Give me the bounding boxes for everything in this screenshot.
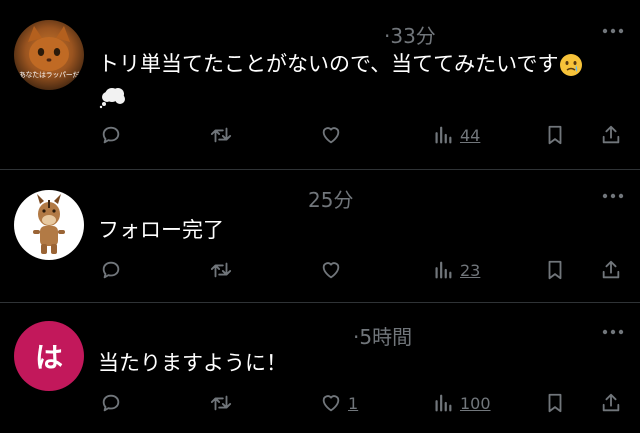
reply-icon [102,261,120,279]
action-bar: 44 [98,123,628,147]
like-button[interactable]: 1 [320,391,358,415]
reply-button[interactable] [100,258,122,282]
avatar-caption: あなたはラッパーだ [18,71,80,79]
avatar[interactable]: は [14,321,84,391]
retweet-icon [210,262,232,278]
avatar-letter: は [34,341,63,374]
heart-icon [322,395,340,412]
bookmark-icon [548,260,562,280]
post-time[interactable]: ·33分 [384,20,436,49]
views-chart-icon [435,261,452,279]
post-text-container: トリ単当てたことがないので、当ててみたいです [98,48,620,112]
avatar[interactable]: あなたはラッパーだ [14,20,84,90]
views-count: 23 [460,260,481,280]
bookmark-button[interactable] [544,258,566,282]
retweet-icon [210,395,232,411]
post-text: フォロー完了 [98,218,224,242]
reply-button[interactable] [100,123,122,147]
avatar[interactable] [14,190,84,260]
share-icon [602,125,620,144]
views-button[interactable]: 100 [432,391,491,415]
views-count: 44 [460,125,481,145]
views-chart-icon [435,126,452,144]
reply-icon [102,126,120,144]
crying-face-icon [559,54,582,76]
action-bar: 1 100 [98,391,628,415]
more-options-icon[interactable] [602,28,624,34]
like-count: 1 [348,393,359,413]
share-button[interactable] [600,391,622,415]
share-icon [602,260,620,279]
bookmark-icon [548,125,562,145]
bookmark-icon [548,393,562,413]
retweet-button[interactable] [210,391,232,415]
views-button[interactable]: 23 [432,258,480,282]
post[interactable]: 25分 フォロー完了 23 [0,170,640,303]
share-button[interactable] [600,123,622,147]
post[interactable]: あなたはラッパーだ ·33分 トリ単当てたことがないので、当ててみたいです 44 [0,0,640,170]
like-button[interactable] [320,123,348,147]
like-button[interactable] [320,258,348,282]
retweet-icon [210,127,232,143]
post-text: トリ単当てたことがないので、当ててみたいです [98,52,559,76]
post[interactable]: は ·5時間 当たりますように！ 1 100 [0,303,640,433]
more-options-icon[interactable] [602,329,624,335]
reply-icon [102,394,120,412]
views-count: 100 [460,393,491,413]
horse-avatar-image [33,194,65,254]
heart-icon [322,127,340,144]
heart-icon [322,262,340,279]
views-button[interactable]: 44 [432,123,480,147]
thought-bubble-icon [99,88,125,109]
post-time[interactable]: 25分 [308,184,353,213]
share-button[interactable] [600,258,622,282]
share-icon [602,393,620,412]
more-options-icon[interactable] [602,193,624,199]
views-chart-icon [435,394,452,412]
bookmark-button[interactable] [544,123,566,147]
action-bar: 23 [98,258,628,282]
post-text: 当たりますように！ [98,351,287,375]
reply-button[interactable] [100,391,122,415]
post-time[interactable]: ·5時間 [353,321,412,350]
retweet-button[interactable] [210,123,232,147]
retweet-button[interactable] [210,258,232,282]
bookmark-button[interactable] [544,391,566,415]
